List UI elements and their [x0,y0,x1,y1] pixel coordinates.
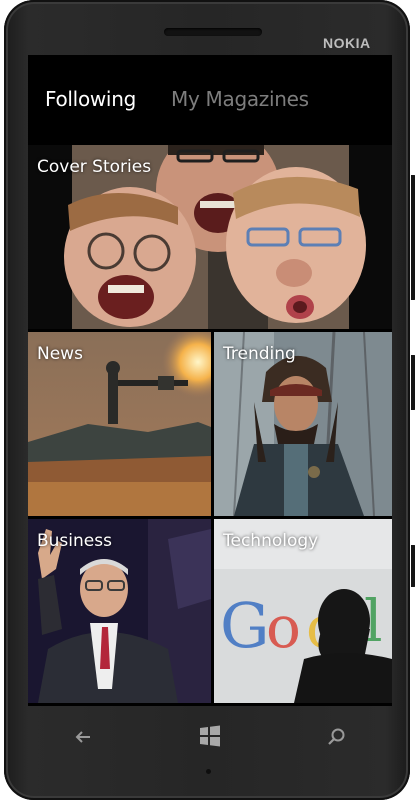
svg-text:o: o [266,593,301,661]
tile-label-trending: Trending [223,344,296,364]
tile-trending[interactable]: Trending [214,332,392,516]
tile-label-news: News [37,344,83,364]
power-button [411,355,415,410]
windows-start-icon[interactable] [198,724,222,748]
svg-text:G: G [220,589,270,662]
volume-rocker [411,175,415,300]
back-arrow-icon[interactable] [72,726,94,748]
app-screen: Following My Magazines Cover Stories New… [28,55,392,706]
tab-my-magazines[interactable]: My Magazines [171,87,309,111]
tab-following[interactable]: Following [45,87,136,111]
tile-label-technology: Technology [223,531,319,551]
tile-label-cover-stories: Cover Stories [37,157,152,177]
pivot-header: Following My Magazines [28,55,392,143]
tile-cover-stories[interactable]: Cover Stories [28,145,392,329]
camera-button [411,545,415,587]
brand-logo: NOKIA [323,35,371,51]
tile-business[interactable]: Business [28,519,211,703]
earpiece-speaker [164,28,262,36]
tile-news[interactable]: News [28,332,211,516]
phone-body: NOKIA Following My Magazines Cover Stori… [4,0,415,800]
search-icon[interactable] [326,726,348,748]
microphone-dot [206,769,211,774]
tile-technology[interactable]: G o o l Technology [214,519,392,703]
tile-label-business: Business [37,531,112,551]
